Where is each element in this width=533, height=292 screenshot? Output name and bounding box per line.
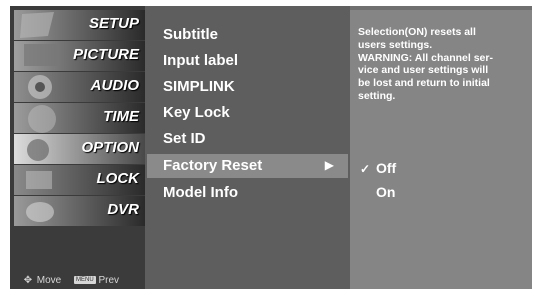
reset-warning-text: Selection(ON) resets all users settings.… xyxy=(358,26,493,102)
category-setup[interactable]: SETUP xyxy=(14,10,145,40)
category-label: AUDIO xyxy=(90,77,139,94)
menu-item-input-label[interactable]: Input label xyxy=(147,49,348,73)
category-label: TIME xyxy=(103,108,139,125)
info-panel: Selection(ON) resets all users settings.… xyxy=(350,6,532,289)
menu-item-model-info[interactable]: Model Info xyxy=(147,181,348,205)
tv-screen: SETUP PICTURE AUDIO TIME OPTION LOCK DVR… xyxy=(0,0,533,292)
four-way-arrow-icon: ✥ xyxy=(23,275,33,286)
menu-item-factory-reset[interactable]: Factory Reset ▶ xyxy=(147,154,348,178)
menu-item-label: Key Lock xyxy=(163,104,230,121)
menu-key-icon: MENU xyxy=(74,276,96,285)
navigation-hint: ✥ Move MENU Prev xyxy=(22,275,119,286)
option-off[interactable]: ✓ Off xyxy=(360,160,396,176)
menu-item-label: Model Info xyxy=(163,184,238,201)
category-label: OPTION xyxy=(81,139,139,156)
category-label: PICTURE xyxy=(73,46,139,63)
menu-item-key-lock[interactable]: Key Lock xyxy=(147,101,348,125)
panel-top-strip xyxy=(350,6,532,10)
prev-label: Prev xyxy=(98,275,120,286)
checkmark-icon: ✓ xyxy=(360,162,371,176)
category-label: LOCK xyxy=(96,170,140,187)
menu-item-label: Factory Reset xyxy=(163,157,263,174)
menu-item-simplink[interactable]: SIMPLINK xyxy=(147,75,348,99)
category-lock[interactable]: LOCK xyxy=(14,165,145,195)
menu-item-subtitle[interactable]: Subtitle xyxy=(147,23,348,47)
option-label: Off xyxy=(376,160,397,176)
category-dvr[interactable]: DVR xyxy=(14,196,145,226)
menu-item-label: SIMPLINK xyxy=(163,78,235,95)
menu-item-label: Subtitle xyxy=(163,26,218,43)
category-label: DVR xyxy=(107,201,139,218)
category-label: SETUP xyxy=(88,15,139,32)
menu-item-label: Set ID xyxy=(163,130,206,147)
category-column: SETUP PICTURE AUDIO TIME OPTION LOCK DVR… xyxy=(10,6,145,289)
menu-item-set-id[interactable]: Set ID xyxy=(147,127,348,151)
category-time[interactable]: TIME xyxy=(14,103,145,133)
option-label: On xyxy=(376,184,396,200)
right-triangle-icon: ▶ xyxy=(324,158,334,172)
category-picture[interactable]: PICTURE xyxy=(14,41,145,71)
category-audio[interactable]: AUDIO xyxy=(14,72,145,102)
move-label: Move xyxy=(36,275,62,286)
menu-item-label: Input label xyxy=(163,52,238,69)
option-menu: Subtitle Input label SIMPLINK Key Lock S… xyxy=(147,6,348,289)
category-option[interactable]: OPTION xyxy=(14,134,145,164)
option-on[interactable]: On xyxy=(360,184,395,200)
